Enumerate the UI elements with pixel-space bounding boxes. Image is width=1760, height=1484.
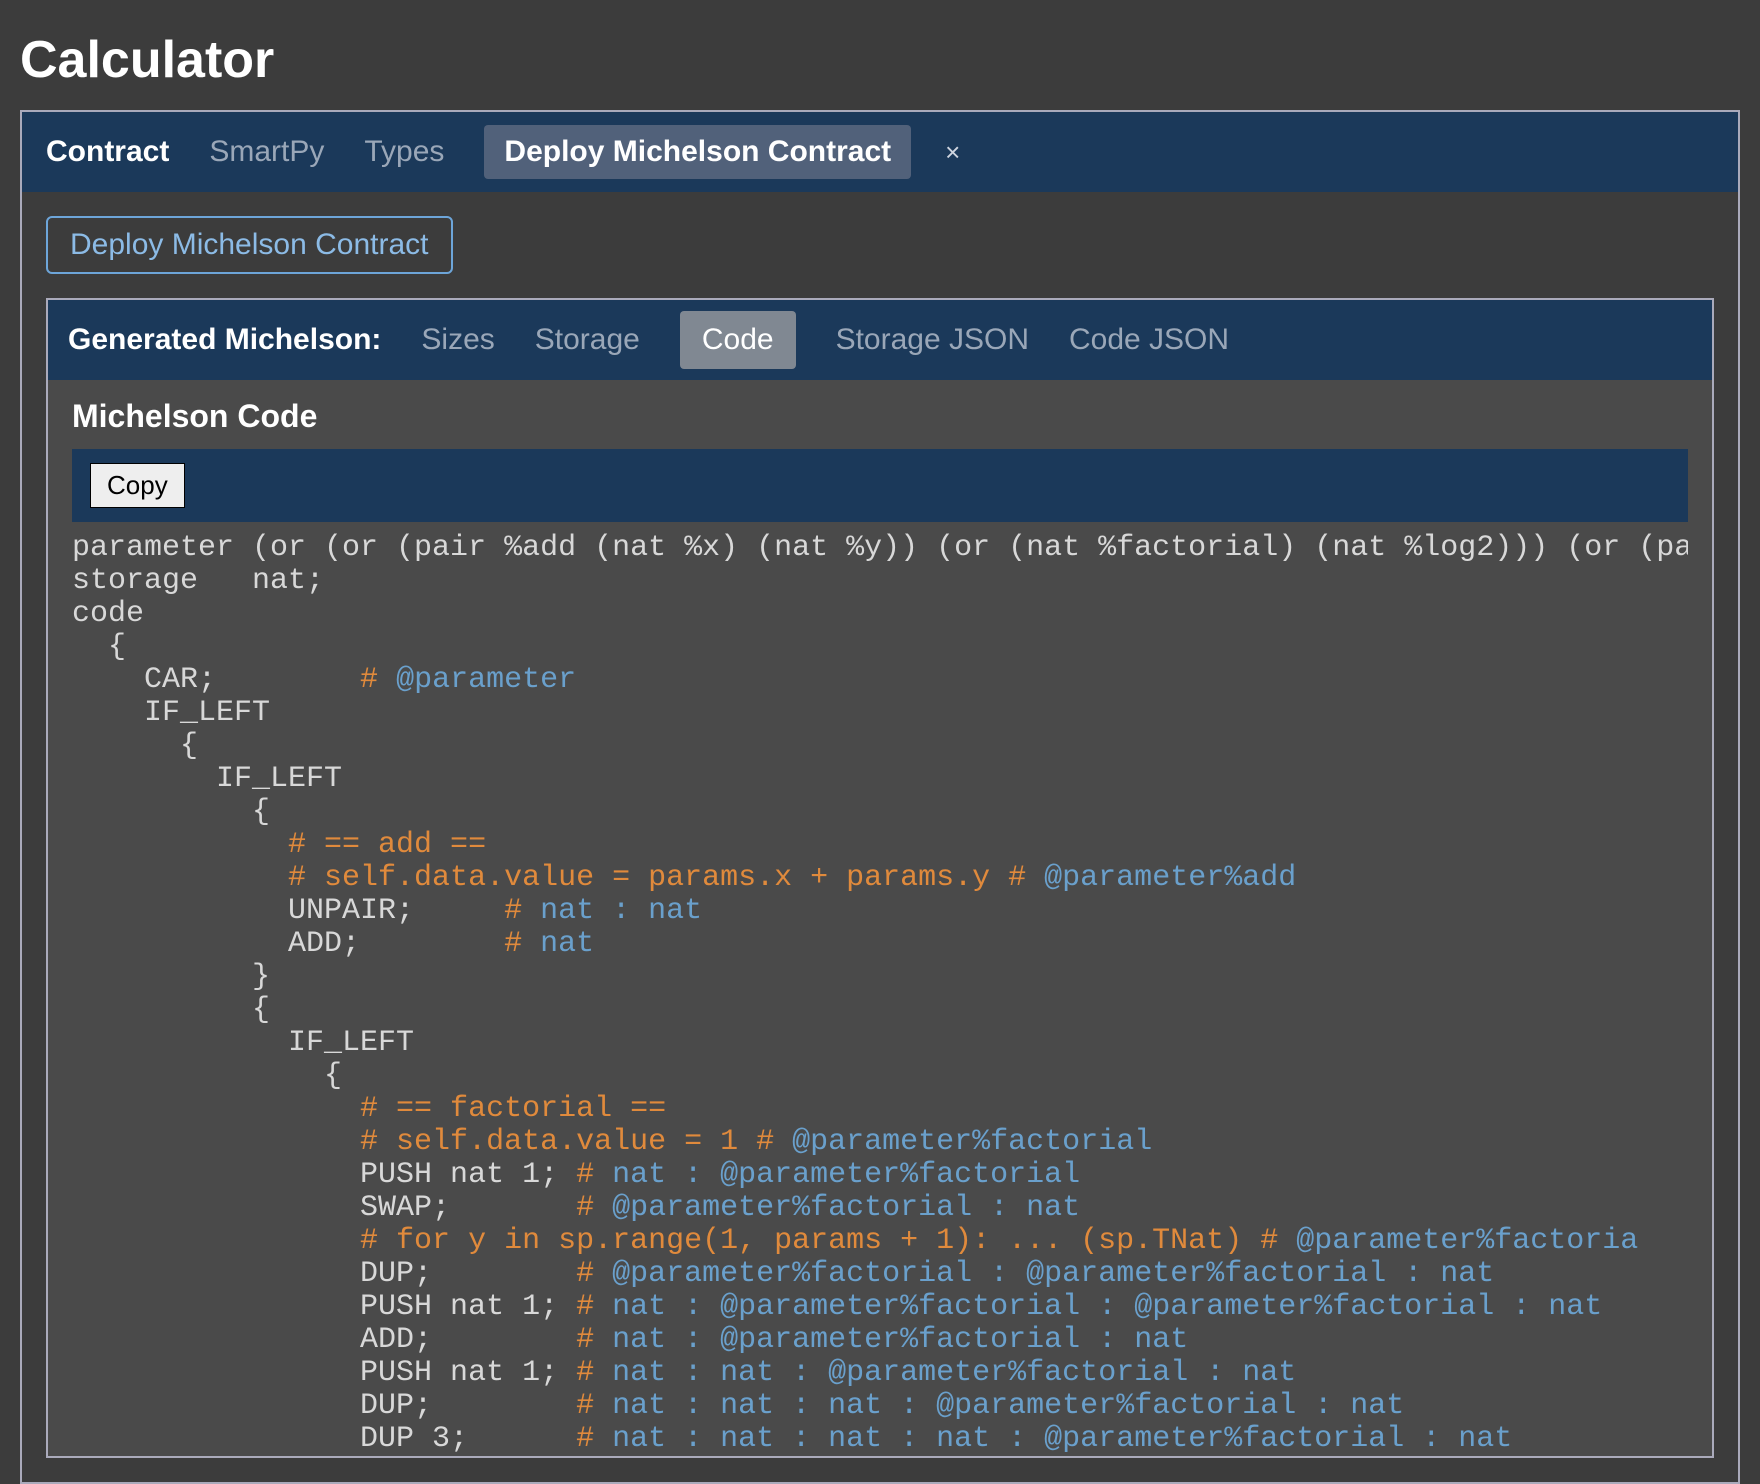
tab-storage-json[interactable]: Storage JSON xyxy=(836,323,1029,357)
tab-storage[interactable]: Storage xyxy=(535,323,640,357)
copy-button[interactable]: Copy xyxy=(90,463,185,508)
inner-area: Deploy Michelson Contract Generated Mich… xyxy=(22,192,1738,1482)
tab-sizes[interactable]: Sizes xyxy=(421,323,494,357)
michelson-code: parameter (or (or (pair %add (nat %x) (n… xyxy=(72,532,1688,1456)
tab-code-json[interactable]: Code JSON xyxy=(1069,323,1229,357)
outer-panel: Contract SmartPy Types Deploy Michelson … xyxy=(20,110,1740,1484)
tab-types[interactable]: Types xyxy=(364,135,444,169)
close-icon[interactable]: × xyxy=(945,137,960,168)
deploy-michelson-button[interactable]: Deploy Michelson Contract xyxy=(46,216,453,274)
copy-bar: Copy xyxy=(72,449,1688,522)
tab-contract[interactable]: Contract xyxy=(46,135,169,169)
tab-code[interactable]: Code xyxy=(680,311,796,369)
page-title: Calculator xyxy=(0,0,1760,110)
generated-panel: Generated Michelson: Sizes Storage Code … xyxy=(46,298,1714,1458)
tab-smartpy[interactable]: SmartPy xyxy=(209,135,324,169)
code-title: Michelson Code xyxy=(72,398,1688,435)
generated-tab-bar: Generated Michelson: Sizes Storage Code … xyxy=(48,300,1712,380)
tab-deploy-michelson[interactable]: Deploy Michelson Contract xyxy=(484,125,911,179)
code-area: Michelson Code Copy parameter (or (or (p… xyxy=(48,380,1712,1456)
generated-label: Generated Michelson: xyxy=(68,323,381,357)
main-tab-bar: Contract SmartPy Types Deploy Michelson … xyxy=(22,112,1738,192)
